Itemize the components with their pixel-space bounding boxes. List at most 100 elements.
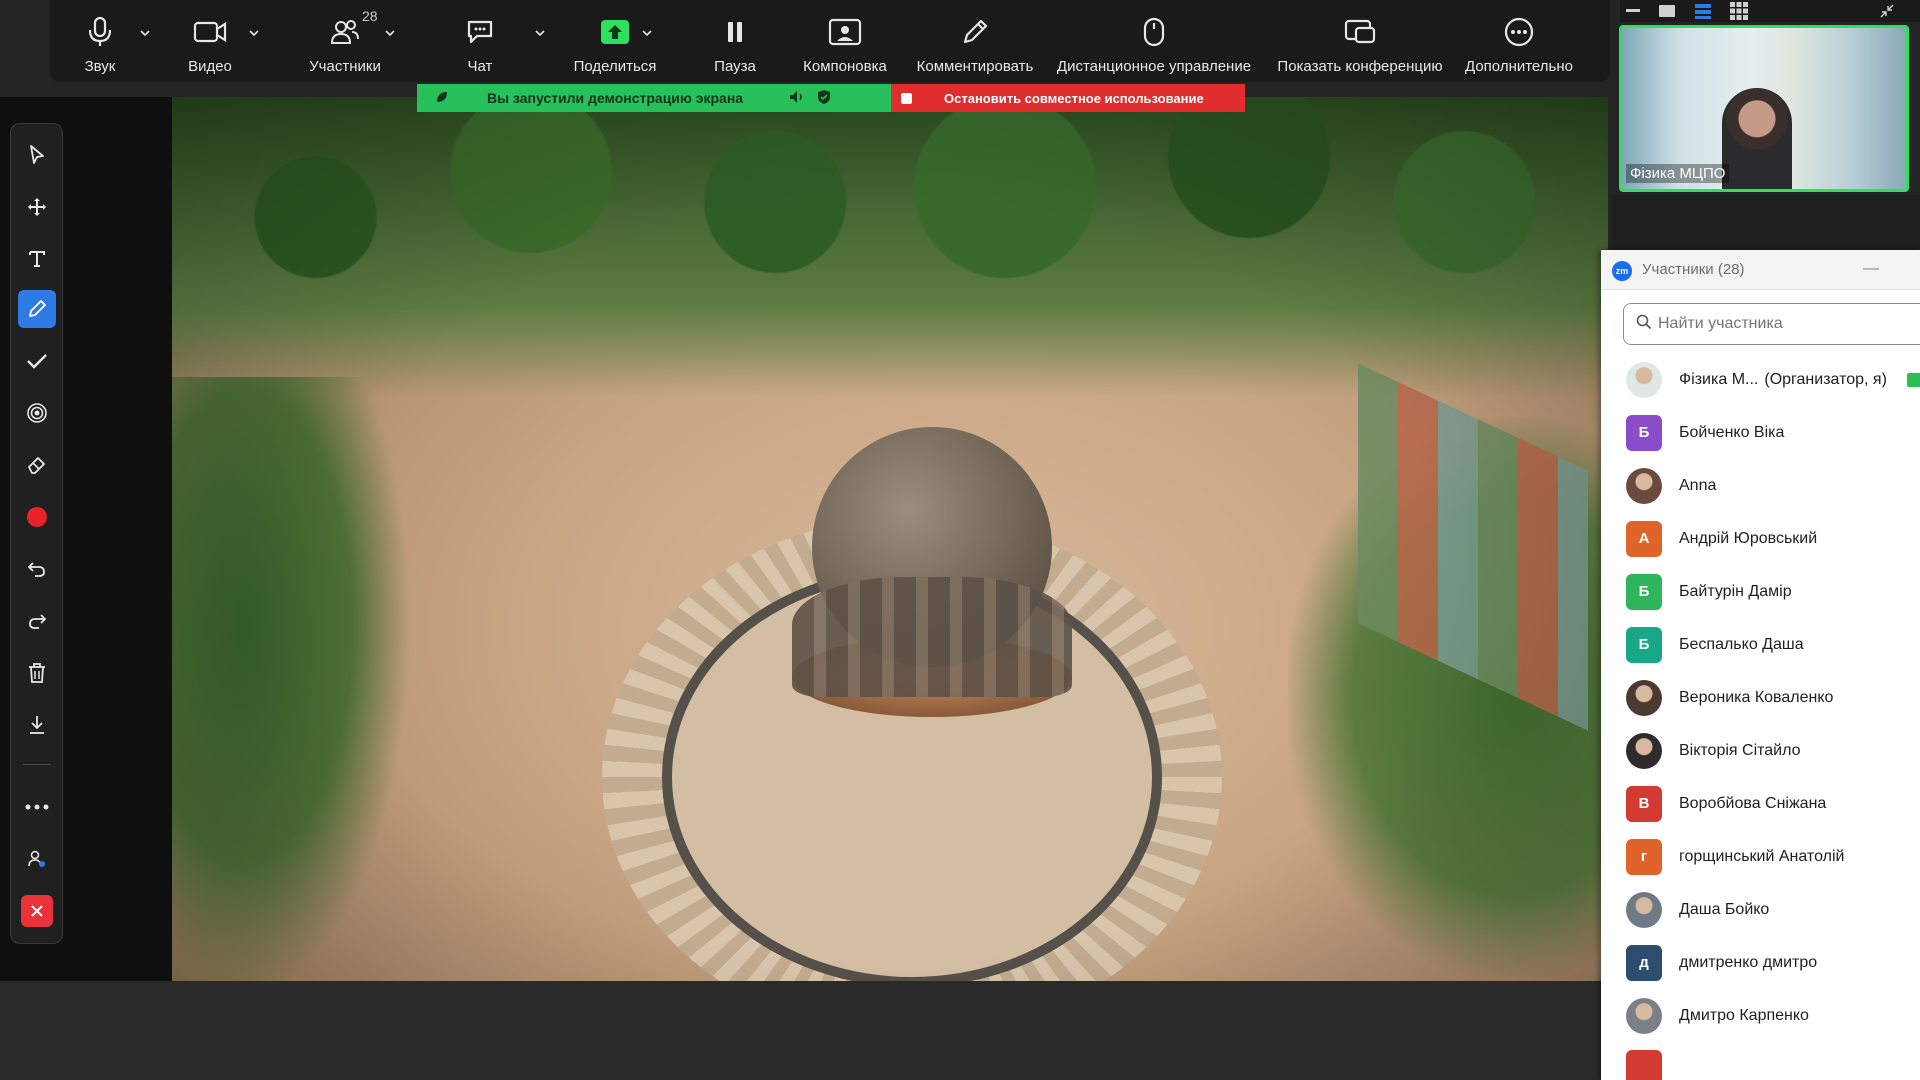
panel-minimize-button[interactable]: — [1863, 260, 1879, 278]
participants-icon [325, 12, 365, 52]
scene-vignette [172, 97, 1608, 981]
participants-options-chevron-icon[interactable] [383, 26, 397, 40]
chat-bubble-icon [460, 12, 500, 52]
chat-button[interactable]: Чат [420, 0, 540, 82]
participant-name-text: Беспалько Даша [1679, 635, 1804, 653]
participant-name-text: Андрій Юровський [1679, 529, 1818, 547]
participant-row[interactable]: Вероника Коваленко [1601, 671, 1920, 724]
participants-panel: zm Участники (28) — Фізика М... (Организа… [1601, 250, 1920, 1080]
download-icon[interactable] [18, 706, 56, 744]
participant-name-text: Бойченко Віка [1679, 423, 1785, 441]
redo-icon[interactable] [18, 602, 56, 640]
avatar: А [1626, 520, 1662, 557]
avatar: Б [1626, 414, 1662, 451]
participant-row[interactable]: Anna [1601, 459, 1920, 512]
participant-name-text: Байтурін Дамір [1679, 582, 1792, 600]
minimize-view-icon[interactable] [1624, 2, 1642, 20]
participant-name: дмитренко дмитро [1679, 954, 1817, 972]
share-banner: Вы запустили демонстрацию экрана Останов… [417, 84, 1245, 112]
participant-row[interactable]: В Воробйова Сніжана [1601, 777, 1920, 830]
participant-name: Дмитро Карпенко [1679, 1007, 1809, 1025]
participant-row[interactable]: д дмитренко дмитро [1601, 936, 1920, 989]
avatar [1626, 1050, 1662, 1080]
audio-label: Звук [84, 58, 116, 75]
participant-list: Фізика М... (Организатор, я) Б Бойченко Вік… [1601, 353, 1920, 1080]
participant-search[interactable] [1623, 303, 1920, 345]
search-input[interactable] [1658, 315, 1918, 333]
participant-name: Андрій Юровський [1679, 530, 1817, 548]
layout-button[interactable]: Компоновка [780, 0, 910, 82]
share-options-chevron-icon[interactable] [640, 26, 654, 40]
eraser-icon[interactable] [18, 446, 56, 484]
participant-name-text: Фізика М... [1679, 370, 1759, 388]
zoom-window: Звук Видео 28 Участники Чат Поделиться П… [0, 0, 1920, 1080]
participants-button[interactable]: 28 Участники [270, 0, 420, 82]
video-button[interactable]: Видео [150, 0, 270, 82]
self-video-tile[interactable]: Фізика МЦПО [1619, 25, 1909, 192]
select-arrow-icon[interactable] [18, 136, 56, 174]
undo-icon[interactable] [18, 550, 56, 588]
remote-control-button[interactable]: Дистанционное управление [1040, 0, 1268, 82]
more-label: Дополнительно [1465, 58, 1573, 75]
participant-name: Вікторія Сітайло [1679, 742, 1801, 760]
participant-row[interactable]: Б Беспалько Даша [1601, 618, 1920, 671]
participant-name-text: дмитренко дмитро [1679, 953, 1818, 971]
participant-name: Anna [1679, 477, 1716, 495]
avatar: Б [1626, 573, 1662, 610]
more-options-icon[interactable] [18, 788, 56, 826]
participant-row[interactable]: Дмитро Карпенко [1601, 989, 1920, 1042]
participant-row[interactable] [1601, 1042, 1920, 1080]
draw-pen-icon[interactable] [18, 290, 56, 328]
thumbnail-view-icon[interactable] [1658, 2, 1676, 20]
pencil-icon [955, 12, 995, 52]
avatar [1626, 997, 1662, 1034]
avatar [1626, 361, 1662, 398]
audio-button[interactable]: Звук [50, 0, 150, 82]
more-button[interactable]: Дополнительно [1452, 0, 1586, 82]
participant-name: горщинський Анатолій [1679, 848, 1844, 866]
video-on-icon [1907, 372, 1920, 387]
search-icon [1636, 314, 1652, 335]
participant-row[interactable]: г горщинський Анатолій [1601, 830, 1920, 883]
annotate-button[interactable]: Комментировать [910, 0, 1040, 82]
trash-icon[interactable] [18, 654, 56, 692]
participant-row[interactable]: Фізика М... (Организатор, я) [1601, 353, 1920, 406]
speaker-icon[interactable] [789, 90, 805, 107]
pause-share-button[interactable]: Пауза [690, 0, 780, 82]
microphone-icon [80, 12, 120, 52]
video-camera-icon [190, 12, 230, 52]
participant-name: Бойченко Віка [1679, 424, 1784, 442]
leaf-icon [435, 90, 449, 107]
color-picker-icon[interactable] [18, 498, 56, 536]
show-conference-button[interactable]: Показать конференцию [1268, 0, 1452, 82]
view-mode-bar [1620, 0, 1920, 22]
toolbar-divider [23, 764, 51, 765]
speaker-view-icon[interactable] [1694, 2, 1712, 20]
spotlight-icon[interactable] [18, 394, 56, 432]
participants-label: Участники [309, 58, 381, 75]
participant-name: Воробйова Сніжана [1679, 795, 1826, 813]
shield-icon[interactable] [817, 89, 831, 108]
share-screen-button[interactable]: Поделиться [540, 0, 690, 82]
participant-row[interactable]: А Андрій Юровський [1601, 512, 1920, 565]
gallery-view-icon[interactable] [1730, 2, 1748, 20]
stop-square-icon [901, 92, 912, 104]
participant-row[interactable]: Б Бойченко Віка [1601, 406, 1920, 459]
participant-name: Даша Бойко [1679, 901, 1769, 919]
participant-row[interactable]: Даша Бойко [1601, 883, 1920, 936]
stop-share-button[interactable]: Остановить совместное использование [891, 84, 1245, 112]
participants-count: 28 [362, 8, 378, 24]
annotation-toolbar [10, 123, 63, 944]
participant-row[interactable]: Вікторія Сітайло [1601, 724, 1920, 777]
close-annotation-icon[interactable] [21, 895, 53, 927]
stamp-check-icon[interactable] [18, 342, 56, 380]
participant-name-text: горщинський Анатолій [1679, 847, 1845, 865]
participant-name-text: Вероника Коваленко [1679, 688, 1834, 706]
share-status-text: Вы запустили демонстрацию экрана [487, 90, 744, 106]
move-icon[interactable] [18, 188, 56, 226]
video-options-chevron-icon[interactable] [247, 26, 261, 40]
participant-row[interactable]: Б Байтурін Дамір [1601, 565, 1920, 618]
text-tool-icon[interactable] [18, 240, 56, 278]
user-annotator-icon[interactable] [18, 840, 56, 878]
collapse-icon[interactable] [1878, 2, 1896, 20]
